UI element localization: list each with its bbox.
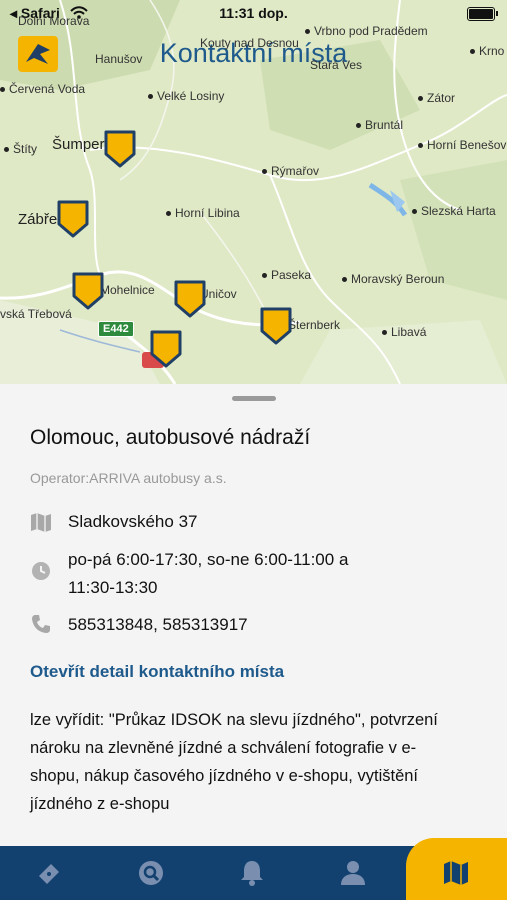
map-label-moravsky-beroun: Moravský Beroun <box>342 272 444 286</box>
contact-point-pin[interactable] <box>260 307 292 345</box>
phone-text[interactable]: 585313848, 585313917 <box>68 611 398 639</box>
tab-map[interactable] <box>406 838 507 900</box>
map-label-libava: Libavá <box>382 325 426 339</box>
map-label-zator: Zátor <box>418 91 455 105</box>
map-label-horni-libina: Horní Libina <box>166 206 240 220</box>
map-label-slezska-harta: Slezská Harta <box>412 204 496 218</box>
road-badge: E442 <box>98 321 134 337</box>
ticket-icon <box>39 864 59 884</box>
map-view[interactable]: ◂ Safari 11:31 dop. Kontaktní místa Doln… <box>0 0 507 384</box>
bell-icon <box>241 861 263 886</box>
tab-notifications[interactable] <box>202 846 303 900</box>
search-icon <box>139 861 163 885</box>
services-description: lze vyřídit: "Průkaz IDSOK na slevu jízd… <box>30 711 438 813</box>
contact-point-pin[interactable] <box>174 280 206 318</box>
contact-point-sheet: Olomouc, autobusové nádraží Operator:ARR… <box>0 384 507 846</box>
map-label-stara-ves: Stará Ves <box>310 58 363 72</box>
phone-row: 585313848, 585313917 <box>30 611 430 639</box>
sheet-drag-handle[interactable] <box>232 396 276 401</box>
map-label-cervena-voda: Červená Voda <box>0 82 85 96</box>
address-text: Sladkovského 37 <box>68 512 198 531</box>
address-row: Sladkovského 37 <box>30 508 430 536</box>
map-label-mohelnice: Mohelnice <box>100 283 155 297</box>
tab-tickets[interactable] <box>0 846 101 900</box>
phone-icon <box>32 615 50 633</box>
map-label-horni-benesov: Horní Benešov <box>418 138 506 152</box>
map-label-sternberk: Šternberk <box>288 318 341 332</box>
contact-point-pin[interactable] <box>57 200 89 238</box>
map-icon <box>444 861 468 885</box>
hours-text: po-pá 6:00-17:30, so-ne 6:00-11:00 a 11:… <box>68 550 349 597</box>
contact-point-pin[interactable] <box>104 130 136 168</box>
map-label-dolni-morava: Dolní Morava <box>18 14 90 28</box>
battery-icon <box>467 7 498 21</box>
contact-point-pin[interactable] <box>72 272 104 310</box>
map-label-bruntal: Bruntál <box>356 118 403 132</box>
tab-profile[interactable] <box>303 846 404 900</box>
tab-bar <box>0 838 507 900</box>
operator-label: Operator:ARRIVA autobusy a.s. <box>30 470 227 486</box>
map-label-vrbno: Vrbno pod Pradědem <box>305 24 428 38</box>
clock-icon <box>32 562 50 580</box>
tab-search[interactable] <box>101 846 202 900</box>
map-label-paseka: Paseka <box>262 268 311 282</box>
map-label-krnov: Krno <box>470 44 504 58</box>
hours-row: po-pá 6:00-17:30, so-ne 6:00-11:00 a 11:… <box>30 546 430 602</box>
user-icon <box>341 861 365 885</box>
contact-point-pin-selected[interactable] <box>150 330 182 368</box>
map-label-hanusovice: Hanušov <box>95 52 143 66</box>
map-label-ceska-trebova: vská Třebová <box>0 307 72 321</box>
map-label-rymarov: Rýmařov <box>262 164 319 178</box>
map-label-velke-losiny: Velké Losiny <box>148 89 224 103</box>
map-label-stity: Štíty <box>4 142 37 156</box>
contact-point-name: Olomouc, autobusové nádraží <box>30 426 311 449</box>
open-detail-link[interactable]: Otevřít detail kontaktního místa <box>30 662 284 682</box>
map-label-kouty: Kouty nad Desnou <box>200 36 299 50</box>
map-icon <box>31 513 51 532</box>
